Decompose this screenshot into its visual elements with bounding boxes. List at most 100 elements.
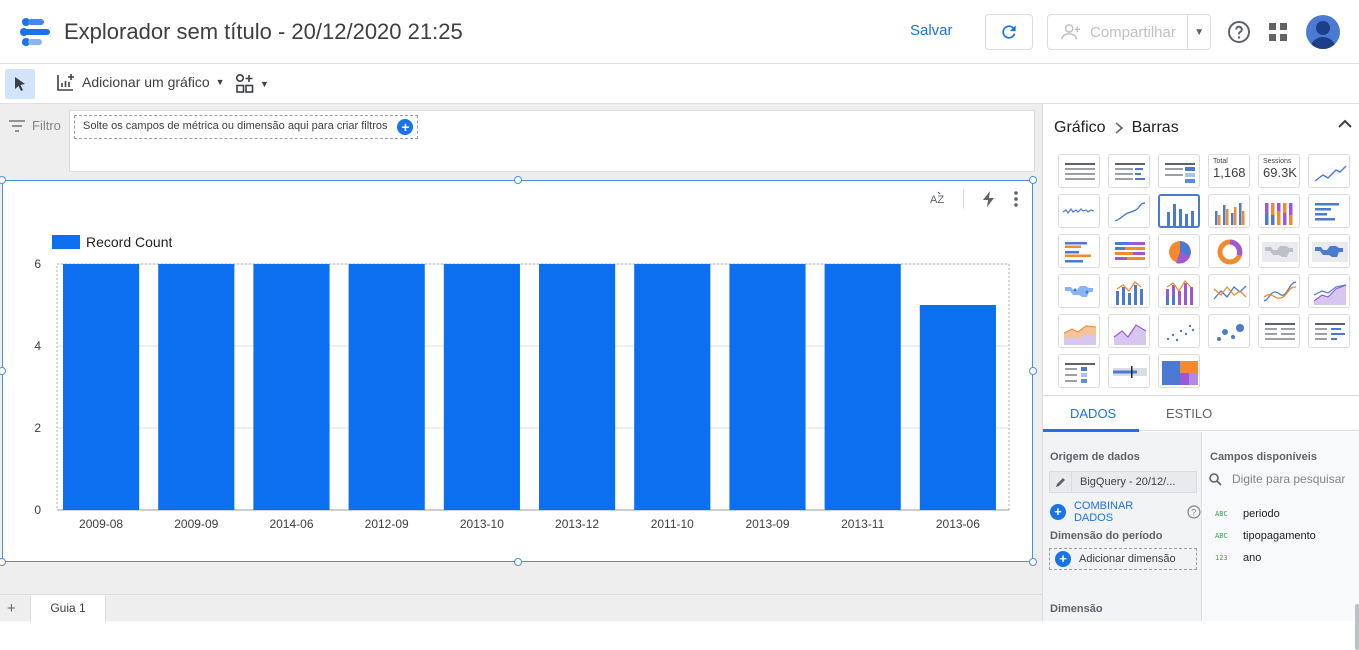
- user-avatar[interactable]: [1306, 15, 1340, 49]
- add-filter-plus-icon[interactable]: +: [397, 119, 414, 135]
- panel-tabs: DADOS ESTILO: [1043, 395, 1359, 432]
- geo-map-chart-icon[interactable]: [1258, 234, 1300, 268]
- save-button[interactable]: Salvar: [910, 22, 953, 39]
- bar: [348, 264, 425, 510]
- available-fields-label: Campos disponíveis: [1210, 451, 1317, 463]
- refresh-button[interactable]: [985, 14, 1033, 50]
- field-item[interactable]: ABC tipopagamento: [1215, 530, 1316, 542]
- filled-map-chart-icon[interactable]: [1308, 234, 1350, 268]
- dimension-label: Dimensão: [1050, 603, 1103, 615]
- add-chart-caret-icon: ▼: [215, 77, 225, 87]
- stacked-bar-chart-icon[interactable]: [1108, 234, 1150, 268]
- select-tool-button[interactable]: [5, 69, 35, 99]
- donut-chart-icon[interactable]: [1208, 234, 1250, 268]
- available-fields-column: Campos disponíveis Digite para pesquisar…: [1203, 432, 1359, 650]
- share-dropdown-caret-icon[interactable]: ▼: [1188, 27, 1210, 38]
- tab-data[interactable]: DADOS: [1070, 406, 1116, 421]
- combo-chart-icon[interactable]: [1108, 274, 1150, 308]
- grouped-column-chart-icon[interactable]: [1208, 194, 1250, 228]
- filter-label-group: Filtro: [8, 118, 61, 133]
- x-tick-label: 2012-09: [365, 517, 409, 531]
- bar: [539, 264, 616, 510]
- treemap-chart-icon[interactable]: [1158, 354, 1200, 388]
- pivot-table-bars-chart-icon[interactable]: [1308, 314, 1350, 348]
- add-chart-icon: [57, 74, 74, 91]
- add-page-plus-icon[interactable]: +: [7, 600, 16, 617]
- field-name: ano: [1243, 552, 1262, 564]
- plus-circle-icon: +: [1055, 551, 1071, 567]
- scorecard-thumbnail-label: Sessions: [1263, 158, 1292, 165]
- apps-grid-icon[interactable]: [1268, 22, 1288, 42]
- field-name: periodo: [1243, 508, 1280, 520]
- sparkline-chart-icon[interactable]: [1058, 194, 1100, 228]
- bar: [824, 264, 901, 510]
- help-icon[interactable]: [1227, 20, 1251, 44]
- search-placeholder: Digite para pesquisar: [1232, 472, 1346, 486]
- smooth-line-chart-icon[interactable]: [1258, 274, 1300, 308]
- add-control-caret-icon: ▼: [260, 79, 269, 89]
- edit-toolbar: Adicionar um gráfico ▼ ▼: [0, 64, 1359, 104]
- plus-circle-icon: +: [1050, 504, 1066, 520]
- scorecard-sessions-icon[interactable]: Sessions 69.3K: [1258, 154, 1300, 188]
- scorecard-thumbnail-text: Sessions 69.3K: [1263, 158, 1297, 180]
- area-chart-icon[interactable]: [1308, 274, 1350, 308]
- edit-pencil-icon[interactable]: [1050, 472, 1072, 492]
- column-chart-icon[interactable]: [1158, 194, 1200, 228]
- chevron-up-icon[interactable]: [1337, 118, 1353, 130]
- add-control-button[interactable]: ▼: [235, 73, 269, 95]
- share-button[interactable]: Compartilhar: [1048, 15, 1189, 49]
- combine-data-button[interactable]: + COMBINAR DADOS ?: [1050, 500, 1201, 524]
- field-item[interactable]: 123 ano: [1215, 552, 1261, 564]
- pivot-table-heatmap-chart-icon[interactable]: [1058, 354, 1100, 388]
- bar: [729, 264, 806, 510]
- x-tick-label: 2011-10: [651, 517, 694, 531]
- scorecard-thumbnail-value: 69.3K: [1263, 165, 1297, 180]
- filter-drop-zone[interactable]: Solte os campos de métrica ou dimensão a…: [74, 115, 419, 139]
- field-search-input[interactable]: Digite para pesquisar: [1209, 472, 1345, 486]
- stacked-area-chart-icon[interactable]: [1058, 314, 1100, 348]
- period-dimension-label: Dimensão do período: [1050, 530, 1163, 542]
- data-source-chip[interactable]: BigQuery - 20/12/...: [1049, 471, 1197, 493]
- add-dimension-button[interactable]: + Adicionar dimensão: [1049, 548, 1197, 570]
- grouped-bar-chart-icon[interactable]: [1058, 234, 1100, 268]
- table-bars-chart-icon[interactable]: [1108, 154, 1150, 188]
- field-item[interactable]: ABC periodo: [1215, 508, 1280, 520]
- bar-chart-horizontal-icon[interactable]: [1308, 194, 1350, 228]
- tab-style[interactable]: ESTILO: [1166, 406, 1212, 421]
- report-title[interactable]: Explorador sem título - 20/12/2020 21:25: [64, 19, 463, 45]
- legend-label: Record Count: [86, 234, 172, 250]
- google-maps-chart-icon[interactable]: [1058, 274, 1100, 308]
- page-tab[interactable]: Guia 1: [30, 595, 106, 622]
- data-studio-logo-icon[interactable]: [20, 18, 52, 46]
- user-avatar-icon: [1310, 21, 1336, 49]
- stacked-combo-chart-icon[interactable]: [1158, 274, 1200, 308]
- scatter-chart-icon[interactable]: [1158, 314, 1200, 348]
- percent-area-chart-icon[interactable]: [1108, 314, 1150, 348]
- stacked-column-chart-icon[interactable]: [1258, 194, 1300, 228]
- app-header: Explorador sem título - 20/12/2020 21:25…: [0, 0, 1359, 64]
- bullet-chart-icon[interactable]: [1108, 354, 1150, 388]
- number-type-icon: 123: [1215, 554, 1228, 562]
- help-circle-icon[interactable]: ?: [1187, 505, 1201, 519]
- scorecard-total-icon[interactable]: Total 1,168: [1208, 154, 1250, 188]
- add-chart-button[interactable]: Adicionar um gráfico ▼: [56, 72, 225, 92]
- pie-chart-icon[interactable]: [1158, 234, 1200, 268]
- share-label: Compartilhar: [1090, 23, 1176, 41]
- table-heatmap-chart-icon[interactable]: [1158, 154, 1200, 188]
- fields-scrollbar[interactable]: [1355, 604, 1359, 650]
- properties-panel: Gráfico Barras Total 1,168 Sessions 69.3K D…: [1042, 104, 1359, 650]
- data-source-label: Origem de dados: [1050, 451, 1140, 463]
- pivot-table-chart-icon[interactable]: [1258, 314, 1300, 348]
- data-config-column: Origem de dados BigQuery - 20/12/... + C…: [1043, 432, 1202, 621]
- filter-drop-hint: Solte os campos de métrica ou dimensão a…: [83, 120, 388, 132]
- add-dimension-label: Adicionar dimensão: [1079, 553, 1176, 565]
- smoothed-line-chart-icon[interactable]: [1108, 194, 1150, 228]
- table-chart-icon[interactable]: [1058, 154, 1100, 188]
- bar-chart-card[interactable]: AZ 0 2 4 6 Record Count 2009-08 2009-09 2014-06…: [0, 176, 1037, 566]
- bubble-chart-icon[interactable]: [1208, 314, 1250, 348]
- panel-breadcrumb: Gráfico Barras: [1054, 119, 1179, 137]
- text-type-icon: ABC: [1215, 532, 1228, 540]
- line-chart-icon[interactable]: [1208, 274, 1250, 308]
- time-series-chart-icon[interactable]: [1308, 154, 1350, 188]
- y-tick-label: 4: [34, 339, 41, 353]
